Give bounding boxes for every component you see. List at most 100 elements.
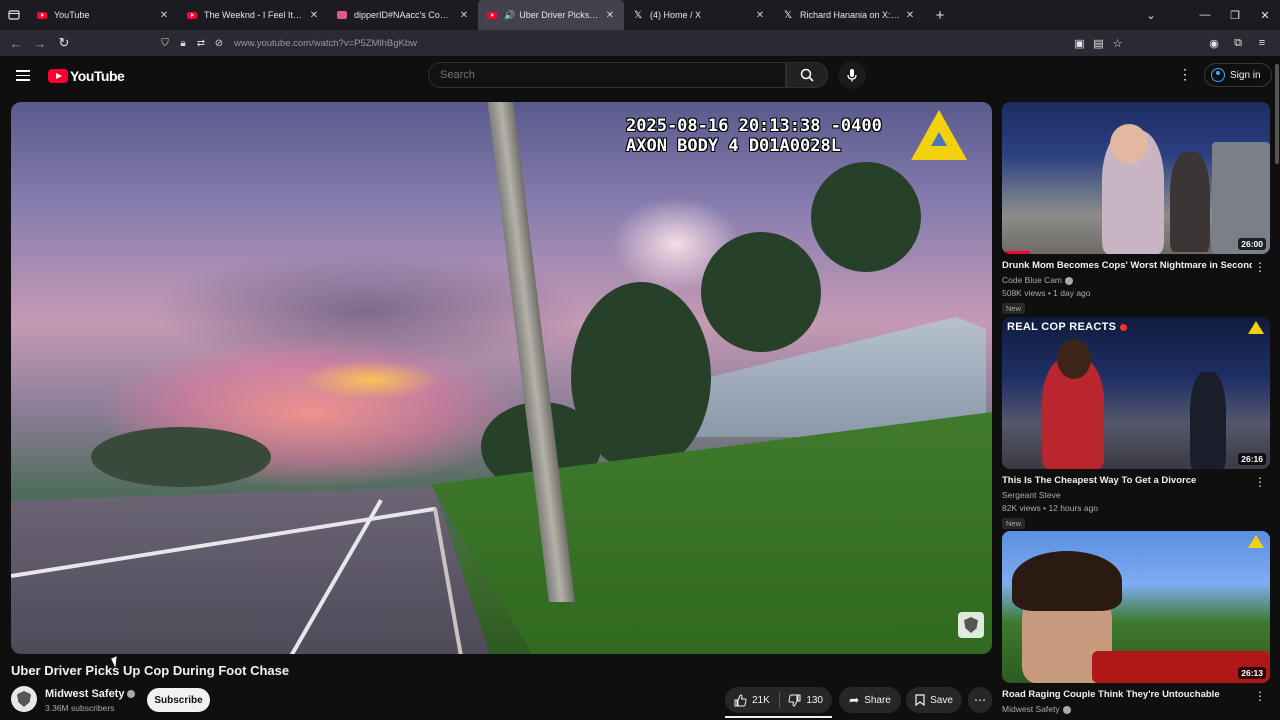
recommendation-channel-name[interactable]: Midwest Safety <box>1002 704 1060 714</box>
reload-icon[interactable]: ↻ <box>52 35 76 51</box>
recommendation-channel[interactable]: Midwest Safety <box>1002 704 1270 714</box>
subscribe-button[interactable]: Subscribe <box>147 688 210 712</box>
toolbar-right: ◉ ⧉ ≡ <box>1202 33 1274 53</box>
new-badge: New <box>1002 518 1026 529</box>
recommendation-item[interactable]: 26:13 ⋮ Road Raging Couple Think They're… <box>1002 531 1270 714</box>
subscriber-count: 3.36M subscribers <box>45 703 115 713</box>
close-window-button[interactable]: ✕ <box>1250 9 1280 22</box>
share-label: Share <box>864 694 891 706</box>
like-dislike-group: 21K 130 <box>725 687 832 713</box>
back-arrow-icon[interactable]: ← <box>4 36 28 51</box>
lock-icon[interactable]: 🔒︎ <box>174 38 192 49</box>
save-button[interactable]: Save <box>906 687 962 713</box>
hamburger-menu-icon[interactable] <box>16 70 30 81</box>
axon-logo-icon <box>1248 321 1264 334</box>
tab-title: Richard Hanania on X: "😮https: <box>800 9 900 20</box>
video-menu-kebab-icon[interactable]: ⋮ <box>1254 475 1266 489</box>
recommendation-channel[interactable]: Sergeant Steve <box>1002 490 1270 500</box>
new-badge: New <box>1002 303 1026 314</box>
account-icon[interactable]: ◉ <box>1202 37 1226 50</box>
share-arrow-icon: ➦ <box>849 693 860 707</box>
video-menu-kebab-icon[interactable]: ⋮ <box>1254 689 1266 703</box>
youtube-play-icon <box>48 69 68 83</box>
channel-avatar[interactable] <box>11 686 37 712</box>
close-tab-icon[interactable]: ✕ <box>458 10 470 21</box>
recommendation-channel[interactable]: Code Blue Cam <box>1002 275 1270 285</box>
video-thumbnail[interactable]: REAL COP REACTS 26:16 <box>1002 317 1270 469</box>
channel-name[interactable]: Midwest Safety <box>45 688 136 700</box>
close-tab-icon[interactable]: ✕ <box>604 10 616 21</box>
channel-name-text[interactable]: Midwest Safety <box>45 688 124 700</box>
video-frame-cloud <box>301 360 441 400</box>
new-tab-button[interactable]: + <box>930 7 950 24</box>
shield-icon[interactable]: ⛉ <box>156 38 174 49</box>
thumbnail-figure <box>1057 339 1091 379</box>
verified-icon <box>1065 276 1074 285</box>
more-actions-button[interactable]: ⋯ <box>968 687 992 713</box>
site-icon <box>336 9 348 21</box>
browser-tab[interactable]: dipperID#NAacc's Competitive ✕ <box>328 0 478 30</box>
search-icon <box>800 68 814 82</box>
bodycam-timestamp: 2025-08-16 20:13:38 -0400 AXON BODY 4 D0… <box>626 116 882 156</box>
minimize-button[interactable]: — <box>1190 9 1220 21</box>
restore-button[interactable]: ❐ <box>1220 9 1250 22</box>
like-button[interactable]: 21K <box>725 687 779 713</box>
audio-playing-icon[interactable]: 🔊 <box>504 10 515 21</box>
voice-search-button[interactable] <box>838 61 866 89</box>
recommendation-channel-name[interactable]: Code Blue Cam <box>1002 275 1062 285</box>
extensions-icon[interactable]: ⧉ <box>1226 37 1250 50</box>
video-menu-kebab-icon[interactable]: ⋮ <box>1254 260 1266 274</box>
thumbnail-figure <box>1012 551 1122 611</box>
video-player[interactable]: 2025-08-16 20:13:38 -0400 AXON BODY 4 D0… <box>11 102 992 654</box>
browser-tab-active[interactable]: 🔊 Uber Driver Picks Up Cop D ✕ <box>478 0 624 30</box>
thumbnail-figure <box>1190 372 1226 469</box>
user-icon <box>1211 68 1225 82</box>
search-box[interactable] <box>428 62 786 88</box>
page-scrollbar[interactable] <box>1275 64 1279 164</box>
close-tab-icon[interactable]: ✕ <box>158 10 170 21</box>
close-tab-icon[interactable]: ✕ <box>904 10 916 21</box>
sign-in-label: Sign in <box>1230 69 1261 81</box>
url-text[interactable]: www.youtube.com/watch?v=P5ZMlhBgKbw <box>234 38 417 49</box>
window-controls: ⌄ — ❐ ✕ <box>1136 0 1280 30</box>
video-frame-tree <box>811 162 921 272</box>
thumbnail-figure <box>1170 152 1210 252</box>
tab-list-icon[interactable] <box>0 0 28 30</box>
search-input[interactable] <box>429 63 785 87</box>
settings-kebab-icon[interactable]: ⋮ <box>1178 66 1192 83</box>
thumbs-up-icon <box>734 693 747 706</box>
channel-watermark-icon[interactable] <box>958 612 984 638</box>
browser-tab[interactable]: YouTube ✕ <box>28 0 178 30</box>
autoplay-blocked-icon[interactable]: ⊘ <box>210 38 228 49</box>
share-button[interactable]: ➦ Share <box>839 687 901 713</box>
video-duration: 26:13 <box>1238 667 1266 679</box>
youtube-icon <box>486 9 498 21</box>
forward-arrow-icon[interactable]: → <box>28 36 52 51</box>
save-label: Save <box>930 694 953 706</box>
search-button[interactable] <box>786 62 828 88</box>
recommendation-item[interactable]: REAL COP REACTS 26:16 ⋮ This Is The Chea… <box>1002 317 1270 531</box>
browser-tab[interactable]: 𝕏 Richard Hanania on X: "😮https: ✕ <box>774 0 924 30</box>
recommendation-title[interactable]: This Is The Cheapest Way To Get a Divorc… <box>1002 475 1252 486</box>
menu-icon[interactable]: ≡ <box>1250 37 1274 49</box>
browser-tab[interactable]: 𝕏 (4) Home / X ✕ <box>624 0 774 30</box>
verified-icon <box>127 690 136 699</box>
browser-tab[interactable]: The Weeknd - I Feel It Coming ✕ <box>178 0 328 30</box>
youtube-logo[interactable]: YouTube <box>48 68 125 84</box>
thumbnail-figure <box>1110 124 1148 164</box>
video-thumbnail[interactable]: 26:00 <box>1002 102 1270 254</box>
close-tab-icon[interactable]: ✕ <box>754 10 766 21</box>
recommendation-title[interactable]: Drunk Mom Becomes Cops' Worst Nightmare … <box>1002 260 1252 271</box>
recommendation-item[interactable]: 26:00 ⋮ Drunk Mom Becomes Cops' Worst Ni… <box>1002 102 1270 316</box>
permissions-icon[interactable]: ⇄ <box>192 38 210 49</box>
bookmark-star-icon[interactable]: ☆ <box>1108 37 1127 50</box>
list-all-tabs-icon[interactable]: ⌄ <box>1136 9 1166 22</box>
address-bar[interactable]: ⛉ 🔒︎ ⇄ ⊘ www.youtube.com/watch?v=P5ZMlhB… <box>156 33 1126 53</box>
dislike-button[interactable]: 130 <box>779 687 832 713</box>
video-thumbnail[interactable]: 26:13 <box>1002 531 1270 683</box>
recommendation-title[interactable]: Road Raging Couple Think They're Untouch… <box>1002 689 1252 700</box>
close-tab-icon[interactable]: ✕ <box>308 10 320 21</box>
sign-in-button[interactable]: Sign in <box>1204 63 1272 87</box>
reader-view-icon[interactable]: ▤ <box>1089 37 1108 50</box>
pip-icon[interactable]: ▣ <box>1070 37 1089 50</box>
